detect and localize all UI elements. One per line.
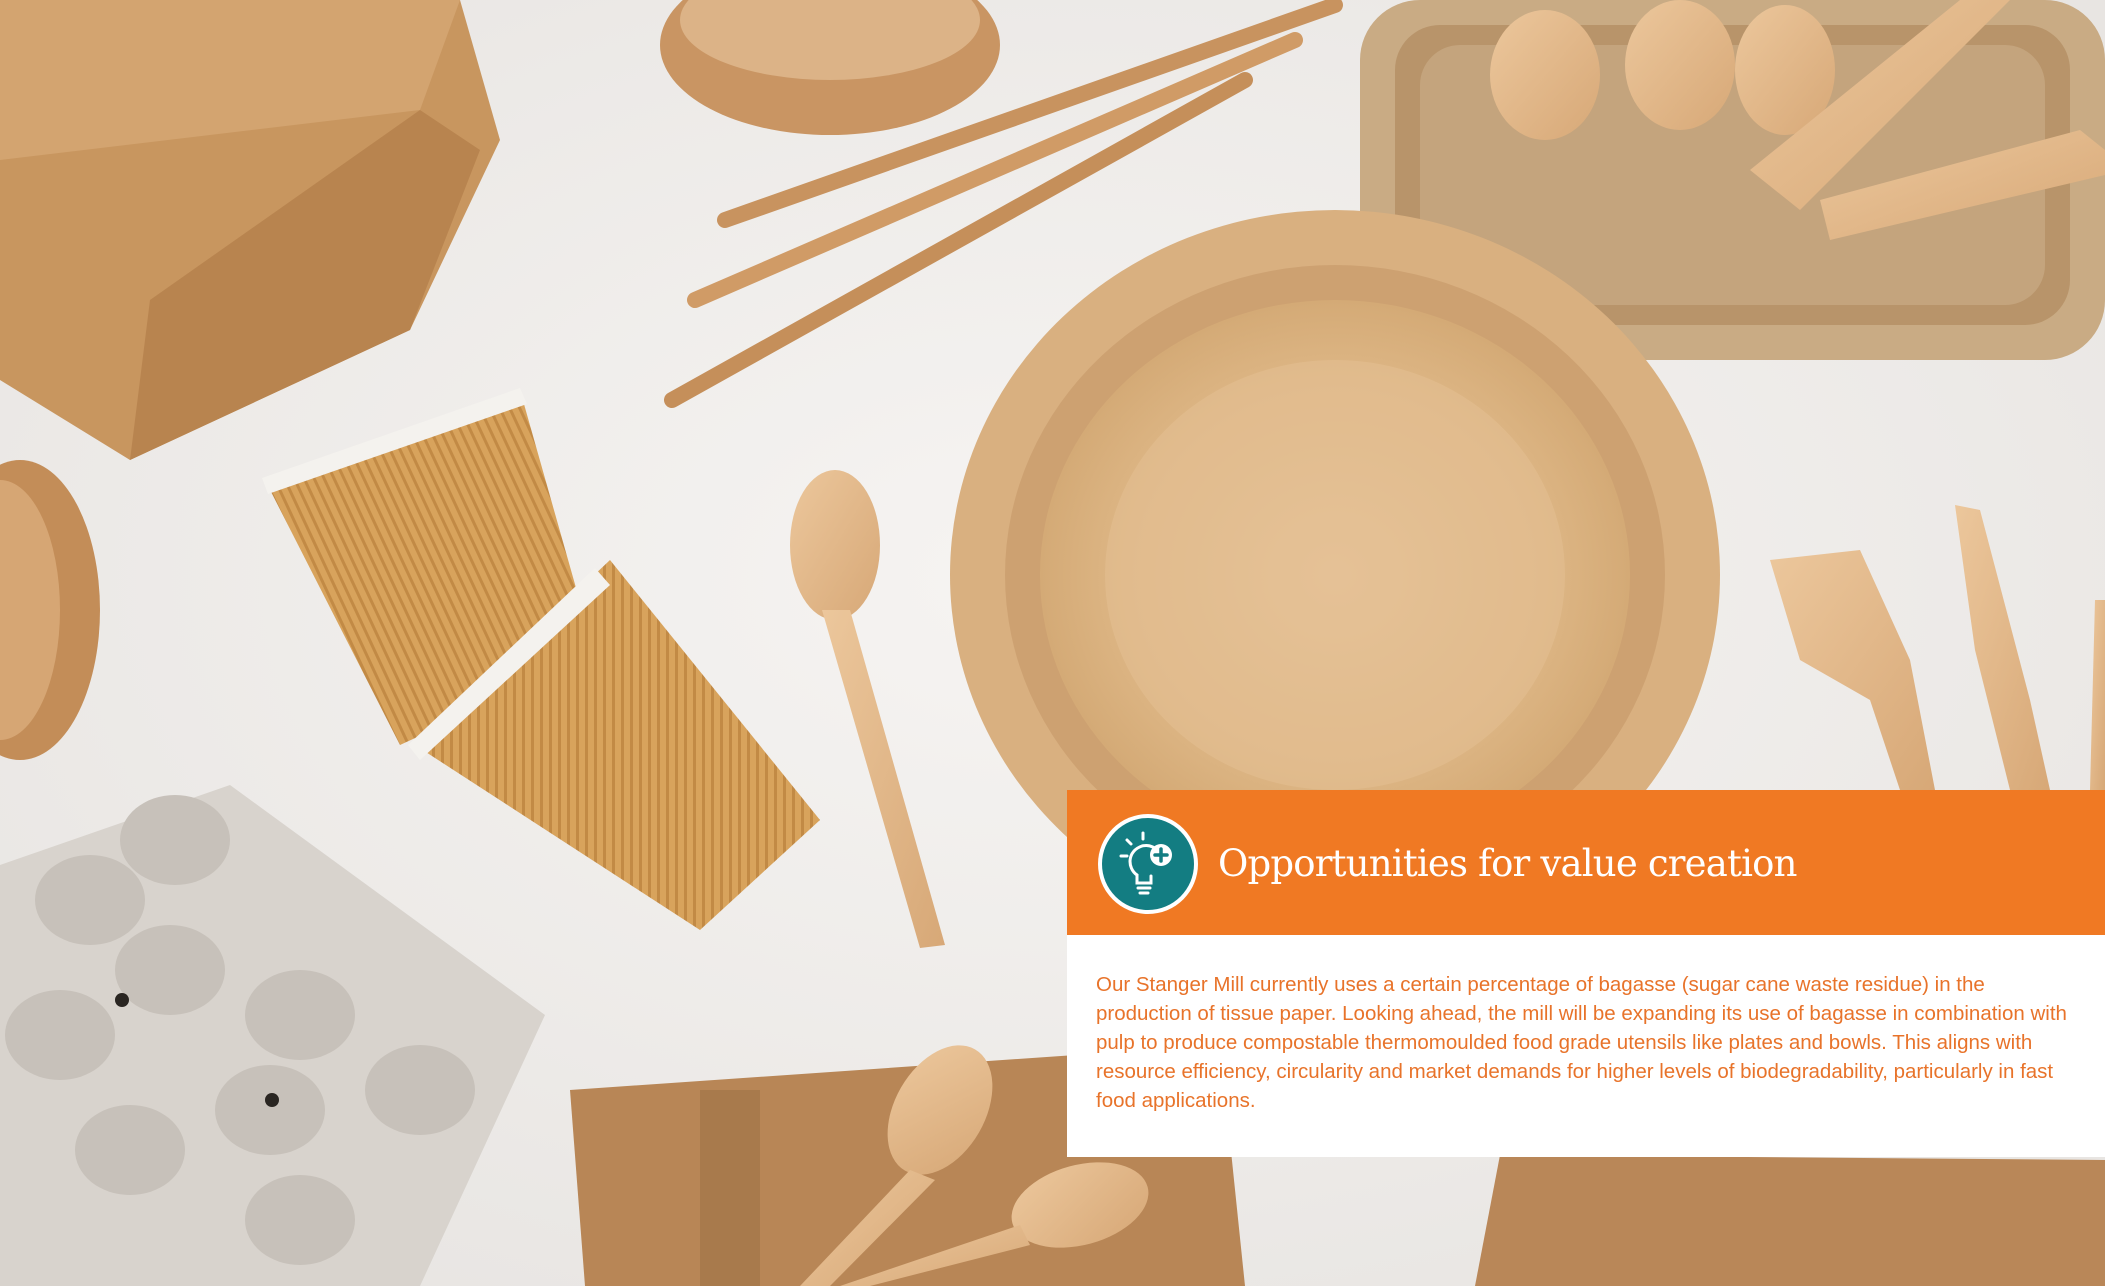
callout-header: Opportunities for value creation [1067,790,2105,935]
callout-body-text: Our Stanger Mill currently uses a certai… [1096,973,2067,1112]
lightbulb-plus-icon [1098,814,1198,914]
callout-body: Our Stanger Mill currently uses a certai… [1067,935,2105,1157]
paper-bag-bottom-right [1475,1155,2105,1286]
callout-title: Opportunities for value creation [1218,842,1797,885]
value-creation-callout: Opportunities for value creation Our Sta… [1067,790,2105,1157]
